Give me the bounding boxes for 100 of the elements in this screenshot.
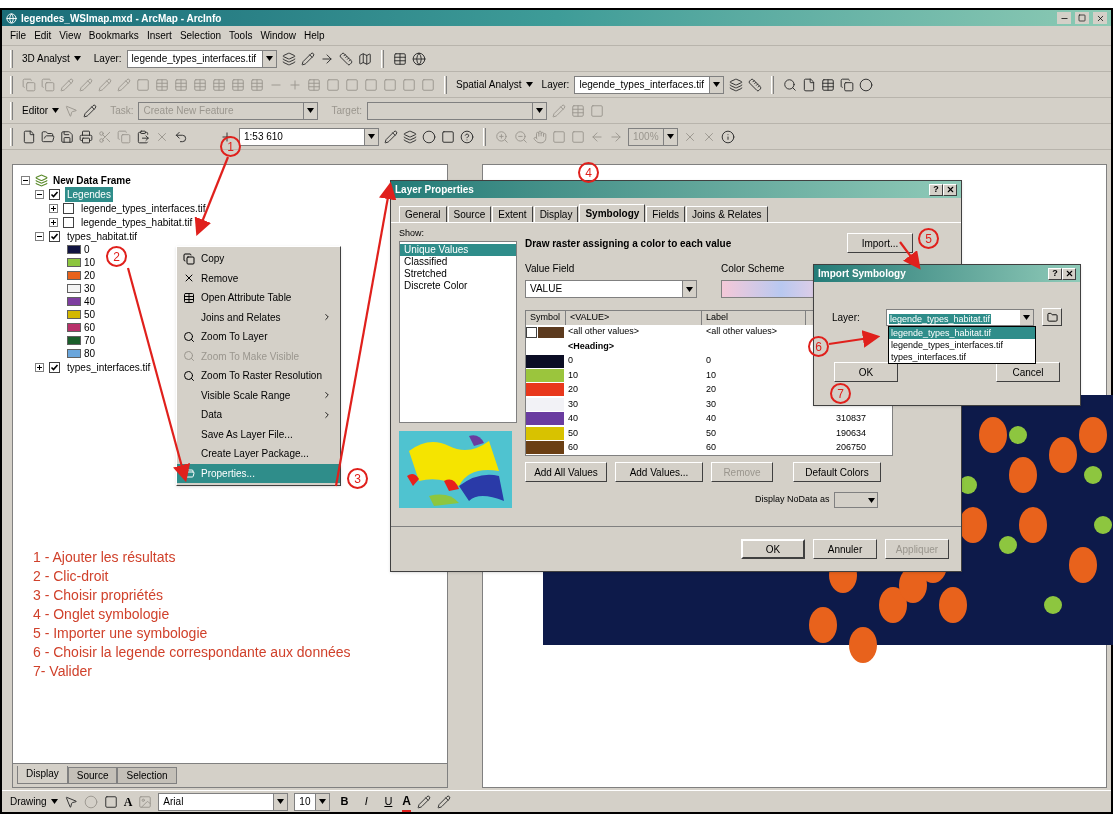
target-dropdown[interactable] [367, 101, 548, 120]
close-button[interactable] [1062, 267, 1076, 280]
dialog-tab[interactable]: Symbology [579, 204, 646, 222]
drawing-menu[interactable]: Drawing [10, 794, 58, 809]
circle-icon[interactable] [859, 77, 874, 92]
map-icon[interactable] [357, 51, 372, 66]
new-file-icon[interactable] [22, 129, 36, 144]
ruler-icon[interactable] [748, 77, 763, 92]
menu-item[interactable]: Tools [229, 28, 253, 43]
dialog-tab[interactable]: Joins & Relates [686, 206, 768, 222]
menu-item[interactable]: Create Layer Package... [177, 444, 340, 464]
menu-item[interactable]: View [59, 28, 81, 43]
data-frame-name[interactable]: New Data Frame [53, 172, 131, 188]
help-button[interactable]: ? [929, 183, 943, 196]
menu-item[interactable]: Copy [177, 249, 340, 269]
menu-item[interactable]: Edit [34, 28, 52, 43]
font-dropdown[interactable]: Arial [158, 792, 289, 811]
menu-item[interactable]: Joins and Relates [177, 307, 340, 327]
dialog-button[interactable]: OK [741, 539, 805, 559]
close-button[interactable] [1093, 12, 1107, 24]
help-icon[interactable] [460, 129, 474, 144]
dropdown-option[interactable]: legende_types_habitat.tif [889, 327, 1035, 339]
dialog-tab[interactable]: Display [533, 206, 579, 222]
layer-name[interactable]: Legendes [65, 186, 113, 202]
menu-item[interactable]: Zoom To Raster Resolution [177, 366, 340, 386]
dialog-button[interactable]: OK [834, 362, 898, 382]
table-icon[interactable] [392, 51, 407, 66]
italic-button[interactable]: I [358, 793, 375, 810]
save-icon[interactable] [60, 129, 74, 144]
search-icon[interactable] [783, 77, 798, 92]
layer-name[interactable]: types_habitat.tif [65, 228, 140, 244]
spatial-analyst-menu[interactable]: Spatial Analyst [456, 77, 533, 92]
editor-menu[interactable]: Editor [22, 103, 60, 118]
menu-item[interactable]: Data [177, 405, 340, 425]
ruler-icon[interactable] [338, 51, 353, 66]
layers-icon[interactable] [403, 129, 417, 144]
table-button[interactable]: Default Colors [793, 462, 881, 482]
layer-dropdown[interactable]: legende_types_interfaces.tif [574, 75, 725, 94]
value-field-dropdown[interactable]: VALUE [525, 280, 697, 298]
open-folder-icon[interactable] [41, 129, 55, 144]
layers-icon[interactable] [729, 77, 744, 92]
table-button[interactable]: Add Values... [615, 462, 703, 482]
dialog-button[interactable]: Cancel [996, 362, 1060, 382]
column-header[interactable]: Label [702, 311, 806, 325]
fill-color-icon[interactable] [417, 794, 432, 809]
bold-button[interactable]: B [336, 793, 353, 810]
pointer-icon[interactable] [63, 794, 78, 809]
renderer-option[interactable]: Unique Values [400, 243, 516, 256]
layer-dropdown[interactable]: legende_types_interfaces.tif [126, 49, 277, 68]
menu-item[interactable]: Window [260, 28, 296, 43]
layer-dropdown[interactable]: legende_types_habitat.tif [886, 308, 1034, 326]
renderer-option[interactable]: Classified [400, 255, 516, 268]
scale-field[interactable]: 1:53 610 [239, 127, 379, 146]
layer-checkbox[interactable] [49, 230, 60, 242]
pencil-icon[interactable] [300, 51, 315, 66]
dropdown-option[interactable]: types_interfaces.tif [889, 351, 1035, 363]
dialog-button[interactable]: Annuler [813, 539, 877, 559]
menu-item[interactable]: Open Attribute Table [177, 288, 340, 308]
column-header[interactable]: <VALUE> [566, 311, 702, 325]
collapse-icon[interactable] [35, 231, 44, 241]
layer-checkbox[interactable] [49, 361, 60, 373]
text-tool-button[interactable]: A [123, 792, 133, 811]
menu-item[interactable]: Insert [146, 28, 172, 43]
renderer-option[interactable]: Stretched [400, 267, 516, 280]
circle-icon[interactable] [422, 129, 436, 144]
underline-button[interactable]: U [380, 793, 397, 810]
help-button[interactable]: ? [1048, 267, 1062, 280]
expand-icon[interactable] [35, 362, 44, 372]
collapse-icon[interactable] [35, 189, 44, 199]
menu-item[interactable]: Bookmarks [88, 28, 139, 43]
printer-icon[interactable] [79, 129, 93, 144]
analyst-menu[interactable]: 3D Analyst [22, 51, 81, 66]
dialog-tab[interactable]: Fields [646, 206, 685, 222]
arrow-icon[interactable] [319, 51, 334, 66]
dialog-tab[interactable]: Source [447, 206, 492, 222]
renderer-option[interactable]: Discrete Color [400, 279, 516, 292]
dialog-tab[interactable]: Extent [492, 206, 533, 222]
line-color-icon[interactable] [437, 794, 452, 809]
table-button[interactable]: Add All Values [525, 462, 607, 482]
layer-name[interactable]: types_interfaces.tif [65, 359, 153, 375]
menu-item[interactable]: Remove [177, 268, 340, 288]
copy-icon[interactable] [840, 77, 855, 92]
menu-item[interactable]: Selection [179, 28, 222, 43]
editor-icon[interactable] [384, 129, 398, 144]
minimize-button[interactable] [1057, 12, 1071, 24]
column-header[interactable]: Symbol [526, 311, 566, 325]
paste-icon[interactable] [136, 129, 150, 144]
layer-checkbox[interactable] [63, 216, 74, 228]
expand-icon[interactable] [49, 203, 58, 213]
pencil-icon[interactable] [83, 103, 98, 118]
import-button[interactable]: Import... [847, 233, 913, 253]
layer-name[interactable]: legende_types_interfaces.tif [79, 200, 208, 216]
font-color-button[interactable]: A [402, 791, 412, 812]
layer-checkbox[interactable] [49, 188, 60, 200]
menu-item[interactable]: File [10, 28, 27, 43]
nodata-color-dropdown[interactable] [833, 492, 878, 508]
globe-icon[interactable] [411, 51, 426, 66]
expand-icon[interactable] [49, 217, 58, 227]
collapse-icon[interactable] [21, 175, 30, 185]
window-icon[interactable] [441, 129, 455, 144]
